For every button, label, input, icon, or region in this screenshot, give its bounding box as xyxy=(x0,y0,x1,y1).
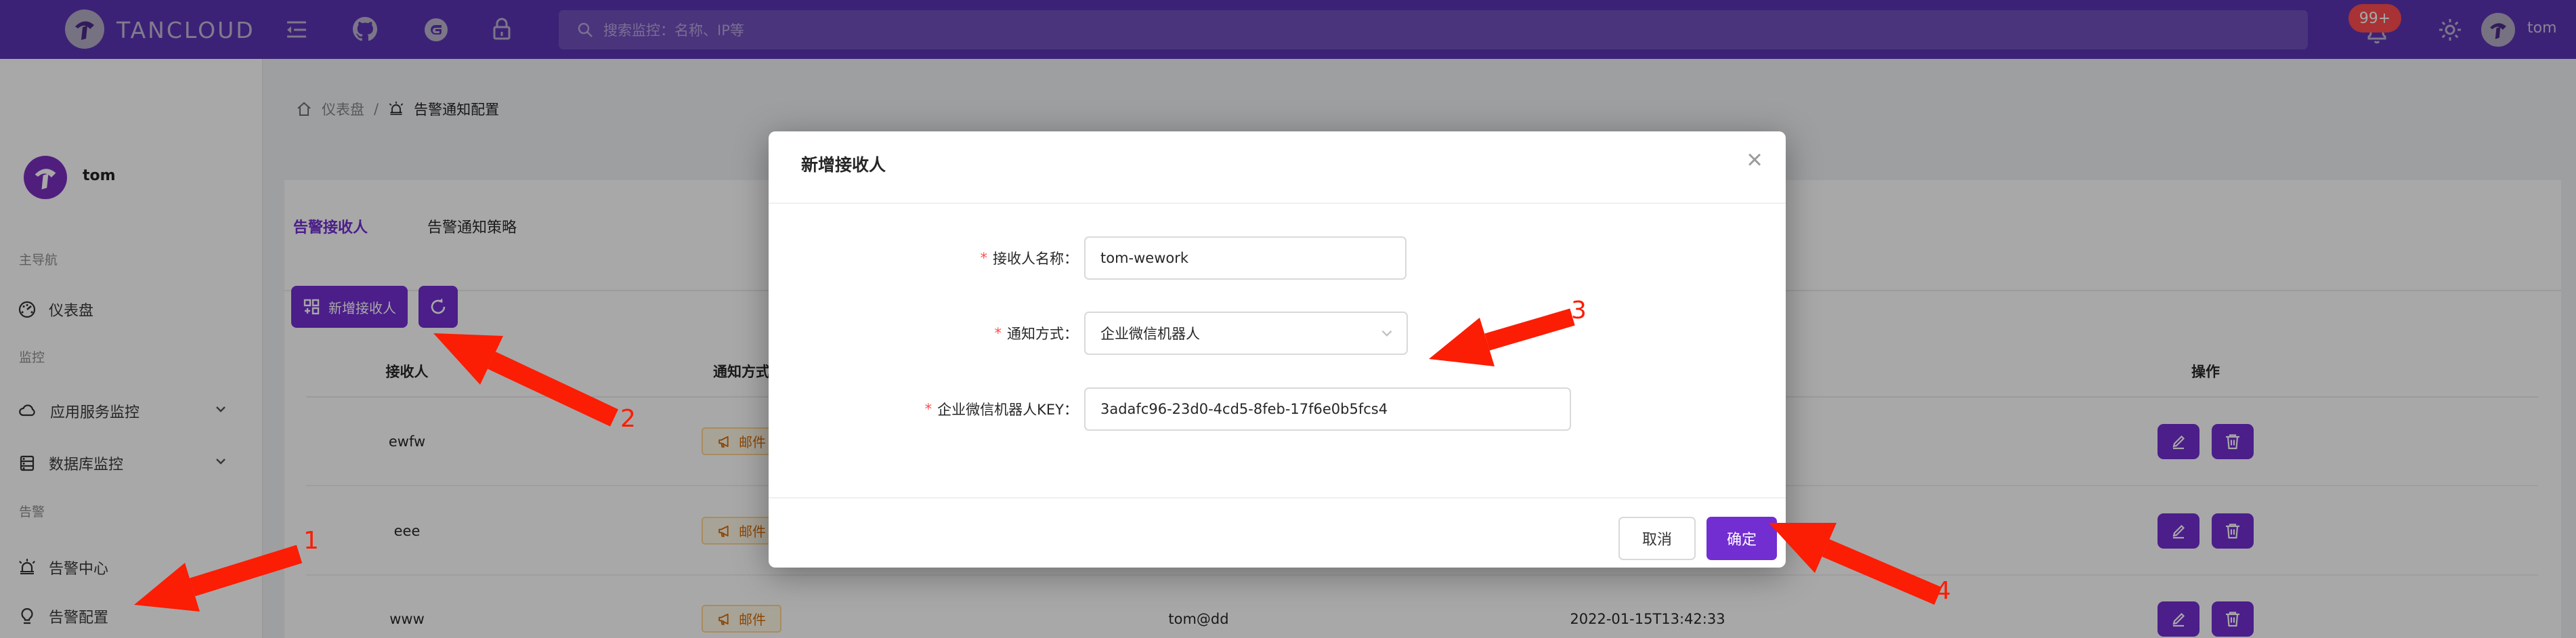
notice-type-select[interactable]: 企业微信机器人 xyxy=(1084,312,1408,355)
modal-footer-divider xyxy=(769,497,1786,498)
ok-button[interactable]: 确定 xyxy=(1706,517,1777,560)
modal-header-divider xyxy=(769,203,1786,204)
required-marker: * xyxy=(925,401,932,417)
modal-title: 新增接收人 xyxy=(801,152,886,176)
select-value: 企业微信机器人 xyxy=(1100,323,1200,343)
close-icon[interactable]: × xyxy=(1736,141,1774,179)
app-root: TANCLOUD 搜索监控：名称、IP等 99+ tom xyxy=(0,0,2576,638)
field-label: 通知方式： xyxy=(1007,323,1078,343)
required-marker: * xyxy=(995,325,1002,341)
field-label: 接收人名称： xyxy=(993,248,1078,268)
add-receiver-modal: 新增接收人 × * 接收人名称： * 通知方式： 企业微信机器人 * 企业微信机器人K… xyxy=(769,131,1786,568)
cancel-button[interactable]: 取消 xyxy=(1618,517,1696,560)
receiver-name-input[interactable] xyxy=(1084,236,1407,280)
wework-key-input[interactable] xyxy=(1084,387,1571,431)
form-row-wework-key: * 企业微信机器人KEY： xyxy=(769,387,1786,431)
chevron-down-icon xyxy=(1379,326,1394,341)
required-marker: * xyxy=(981,250,988,266)
form-row-receiver-name: * 接收人名称： xyxy=(769,236,1786,280)
form-row-notice-type: * 通知方式： 企业微信机器人 xyxy=(769,312,1786,355)
field-label: 企业微信机器人KEY： xyxy=(937,399,1078,419)
